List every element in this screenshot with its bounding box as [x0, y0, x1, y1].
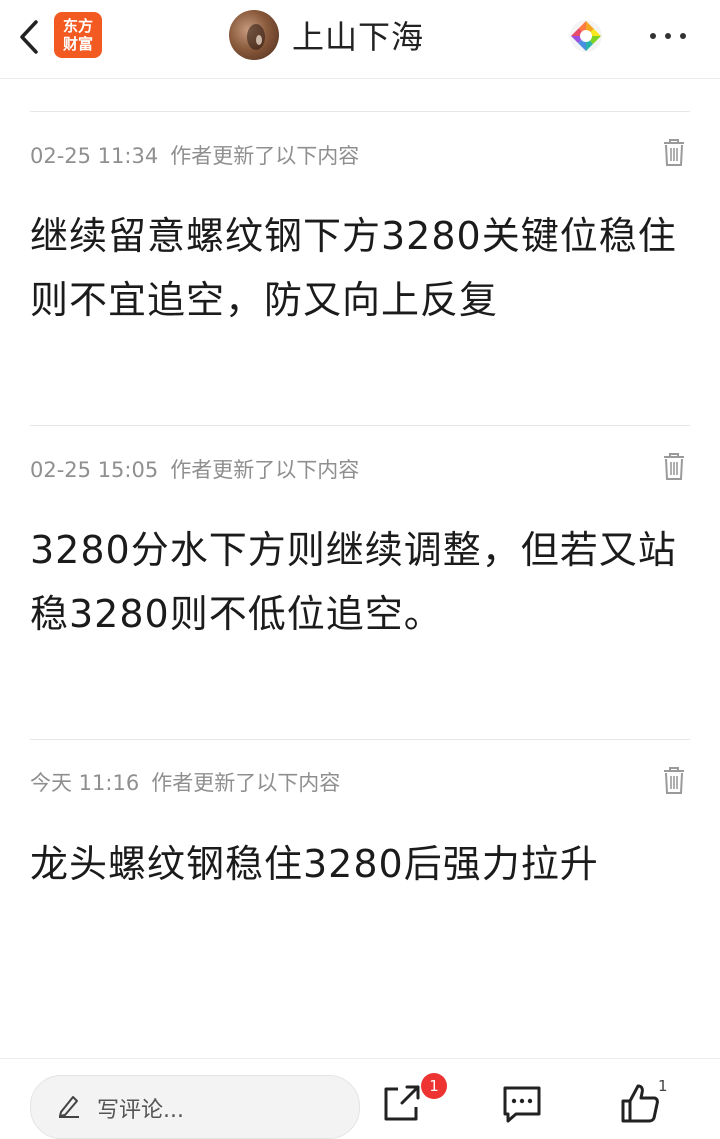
more-dots-icon[interactable]	[646, 22, 690, 50]
trash-icon[interactable]	[662, 138, 686, 166]
avatar[interactable]	[229, 10, 279, 60]
message-icon[interactable]	[500, 1083, 544, 1125]
bottom-bar: 写评论... 1 1	[0, 1058, 720, 1139]
post-content: 继续留意螺纹钢下方3280关键位稳住则不宜追空，防又向上反复	[30, 214, 677, 322]
like-count: 1	[658, 1077, 668, 1095]
app-logo-line1: 东方	[62, 17, 93, 35]
post-note: 作者更新了以下内容	[170, 144, 360, 168]
divider	[30, 111, 690, 112]
post-note: 作者更新了以下内容	[170, 458, 360, 482]
post-meta: 02-25 15:05 作者更新了以下内容	[30, 454, 359, 484]
trash-icon[interactable]	[662, 452, 686, 480]
post-timestamp: 02-25 15:05	[30, 458, 159, 482]
share-icon[interactable]	[380, 1081, 424, 1125]
divider	[30, 425, 690, 426]
pen-icon	[59, 1096, 79, 1118]
post-meta: 02-25 11:34 作者更新了以下内容	[30, 140, 359, 170]
post-timestamp: 02-25 11:34	[30, 144, 159, 168]
trash-icon[interactable]	[662, 766, 686, 794]
share-badge: 1	[421, 1073, 447, 1099]
post-content: 龙头螺纹钢稳住3280后强力拉升	[30, 842, 599, 886]
comment-placeholder: 写评论...	[97, 1098, 184, 1123]
divider	[30, 739, 690, 740]
shutter-icon[interactable]	[568, 18, 604, 54]
post-timestamp: 今天 11:16	[30, 771, 140, 795]
post-meta: 今天 11:16 作者更新了以下内容	[30, 767, 340, 797]
post-content: 3280分水下方则继续调整，但若又站稳3280则不低位追空。	[30, 528, 677, 636]
page-title: 上山下海	[292, 18, 425, 56]
back-icon[interactable]	[10, 14, 50, 60]
app-logo-line2: 财富	[62, 35, 93, 53]
top-bar: 东方 财富 上山下海	[0, 0, 720, 79]
app-logo[interactable]: 东方 财富	[54, 12, 102, 58]
comment-input[interactable]: 写评论...	[30, 1075, 360, 1139]
post-note: 作者更新了以下内容	[151, 771, 341, 795]
